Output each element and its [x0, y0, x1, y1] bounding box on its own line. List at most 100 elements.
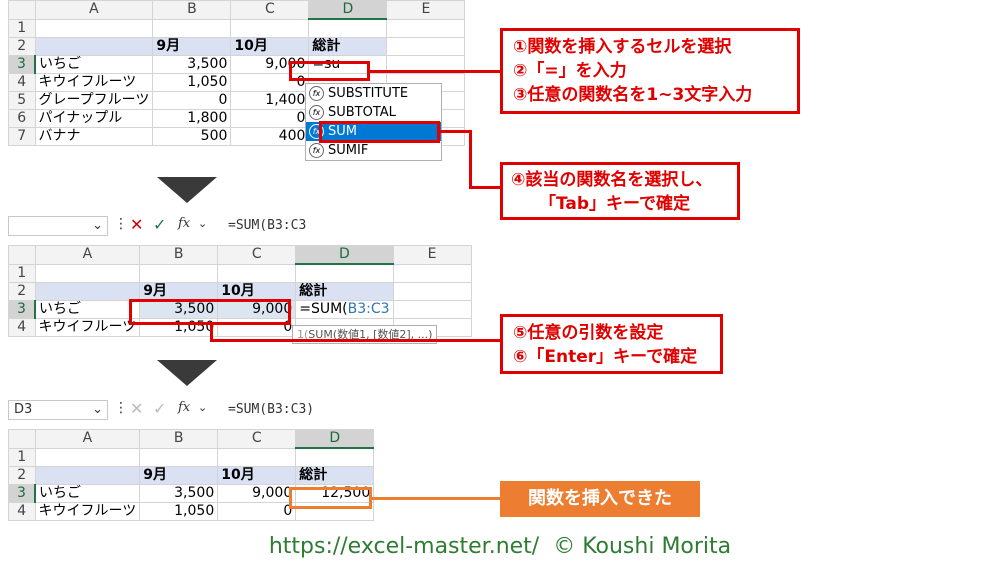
cell[interactable]: 0	[152, 91, 232, 110]
header-cell-sep[interactable]: 9月	[139, 466, 219, 485]
cell[interactable]: 500	[152, 127, 232, 146]
column-header-d[interactable]: D	[295, 245, 394, 265]
column-header-d[interactable]: D	[308, 0, 388, 20]
column-header-b[interactable]: B	[152, 0, 232, 20]
enter-check-icon[interactable]: ✓	[153, 399, 166, 418]
cell[interactable]	[392, 263, 472, 283]
cell[interactable]	[386, 37, 466, 56]
row-header[interactable]: 4	[8, 502, 36, 521]
cell[interactable]: 1,400	[230, 91, 310, 110]
autocomplete-item[interactable]: fx SUMIF	[306, 141, 441, 160]
cell[interactable]: 1,800	[152, 109, 232, 128]
cell[interactable]	[295, 263, 394, 283]
column-header-a[interactable]: A	[34, 429, 141, 449]
cell[interactable]: グレープフルーツ	[34, 91, 154, 110]
row-header[interactable]: 1	[8, 263, 36, 283]
autocomplete-item[interactable]: fx SUBTOTAL	[306, 103, 441, 122]
chevron-down-icon[interactable]: ⌄	[92, 401, 103, 419]
active-cell-input[interactable]: =SUM(B3:C3	[295, 300, 394, 319]
row-header[interactable]: 3	[8, 300, 36, 319]
cell[interactable]: パイナップル	[34, 109, 154, 128]
formula-input[interactable]: =SUM(B3:C3)	[228, 400, 314, 420]
cancel-icon[interactable]: ✕	[130, 399, 143, 418]
select-all-corner[interactable]	[8, 0, 36, 20]
cell[interactable]: いちご	[34, 484, 141, 503]
row-header[interactable]: 7	[8, 127, 36, 146]
column-header-c[interactable]: C	[217, 245, 297, 265]
cell[interactable]: 3,500	[152, 55, 232, 74]
cell[interactable]: 0	[217, 502, 297, 521]
cell[interactable]: キウイフルーツ	[34, 318, 141, 337]
row-header[interactable]: 2	[8, 37, 36, 56]
column-header-d[interactable]: D	[295, 429, 375, 449]
header-cell-total[interactable]: 総計	[295, 282, 394, 301]
cell[interactable]: 9,000	[217, 484, 297, 503]
cell[interactable]: 0	[230, 109, 310, 128]
cell[interactable]	[392, 300, 472, 319]
more-options-icon[interactable]: ⋮	[114, 216, 128, 232]
header-cell-oct[interactable]: 10月	[217, 466, 297, 485]
chevron-down-icon[interactable]: ⌄	[92, 217, 103, 235]
cell[interactable]	[139, 447, 219, 467]
column-header-c[interactable]: C	[217, 429, 297, 449]
cell[interactable]: バナナ	[34, 127, 154, 146]
cell[interactable]	[34, 37, 154, 56]
header-cell-total[interactable]: 総計	[295, 466, 375, 485]
cell[interactable]: キウイフルーツ	[34, 502, 141, 521]
autocomplete-item[interactable]: fx SUBSTITUTE	[306, 84, 441, 103]
row-header[interactable]: 3	[8, 55, 36, 74]
more-options-icon[interactable]: ⋮	[114, 400, 128, 416]
cell[interactable]	[230, 18, 310, 38]
header-cell-oct[interactable]: 10月	[217, 282, 297, 301]
cell[interactable]	[217, 263, 297, 283]
cell[interactable]: 1,050	[152, 73, 232, 92]
cell[interactable]	[392, 282, 472, 301]
header-cell-sep[interactable]: 9月	[152, 37, 232, 56]
column-header-b[interactable]: B	[139, 429, 219, 449]
select-all-corner[interactable]	[8, 429, 36, 449]
column-header-a[interactable]: A	[34, 0, 154, 20]
header-cell-sep[interactable]: 9月	[139, 282, 219, 301]
row-header[interactable]: 1	[8, 18, 36, 38]
row-header[interactable]: 6	[8, 109, 36, 128]
cell[interactable]	[34, 263, 141, 283]
name-box[interactable]: ⌄	[8, 216, 108, 236]
enter-check-icon[interactable]: ✓	[153, 215, 166, 234]
row-header[interactable]: 2	[8, 282, 36, 301]
cell[interactable]: 1,050	[139, 502, 219, 521]
column-header-a[interactable]: A	[34, 245, 141, 265]
column-header-b[interactable]: B	[139, 245, 219, 265]
row-header[interactable]: 4	[8, 73, 36, 92]
chevron-down-icon[interactable]: ⌄	[198, 217, 207, 230]
header-cell-total[interactable]: 総計	[308, 37, 388, 56]
cell[interactable]: いちご	[34, 300, 141, 319]
row-header[interactable]: 4	[8, 318, 36, 337]
cell[interactable]	[139, 263, 219, 283]
cell[interactable]: 3,500	[139, 484, 219, 503]
formula-input[interactable]: =SUM(B3:C3	[228, 216, 306, 236]
cell[interactable]	[295, 447, 375, 467]
row-header[interactable]: 3	[8, 484, 36, 503]
name-box[interactable]: D3 ⌄	[8, 400, 108, 420]
insert-function-icon[interactable]: fx	[178, 400, 190, 415]
row-header[interactable]: 1	[8, 447, 36, 467]
cell[interactable]: 400	[230, 127, 310, 146]
cancel-icon[interactable]: ✕	[130, 215, 143, 234]
insert-function-icon[interactable]: fx	[178, 216, 190, 231]
cell[interactable]	[308, 18, 388, 38]
cell[interactable]	[34, 282, 141, 301]
cell[interactable]	[34, 447, 141, 467]
column-header-e[interactable]: E	[392, 245, 472, 265]
cell[interactable]: キウイフルーツ	[34, 73, 154, 92]
select-all-corner[interactable]	[8, 245, 36, 265]
cell[interactable]	[34, 18, 154, 38]
row-header[interactable]: 2	[8, 466, 36, 485]
cell[interactable]	[152, 18, 232, 38]
header-cell-oct[interactable]: 10月	[230, 37, 310, 56]
column-header-e[interactable]: E	[386, 0, 466, 20]
row-header[interactable]: 5	[8, 91, 36, 110]
cell[interactable]	[386, 18, 466, 38]
column-header-c[interactable]: C	[230, 0, 310, 20]
chevron-down-icon[interactable]: ⌄	[198, 401, 207, 414]
cell[interactable]	[34, 466, 141, 485]
